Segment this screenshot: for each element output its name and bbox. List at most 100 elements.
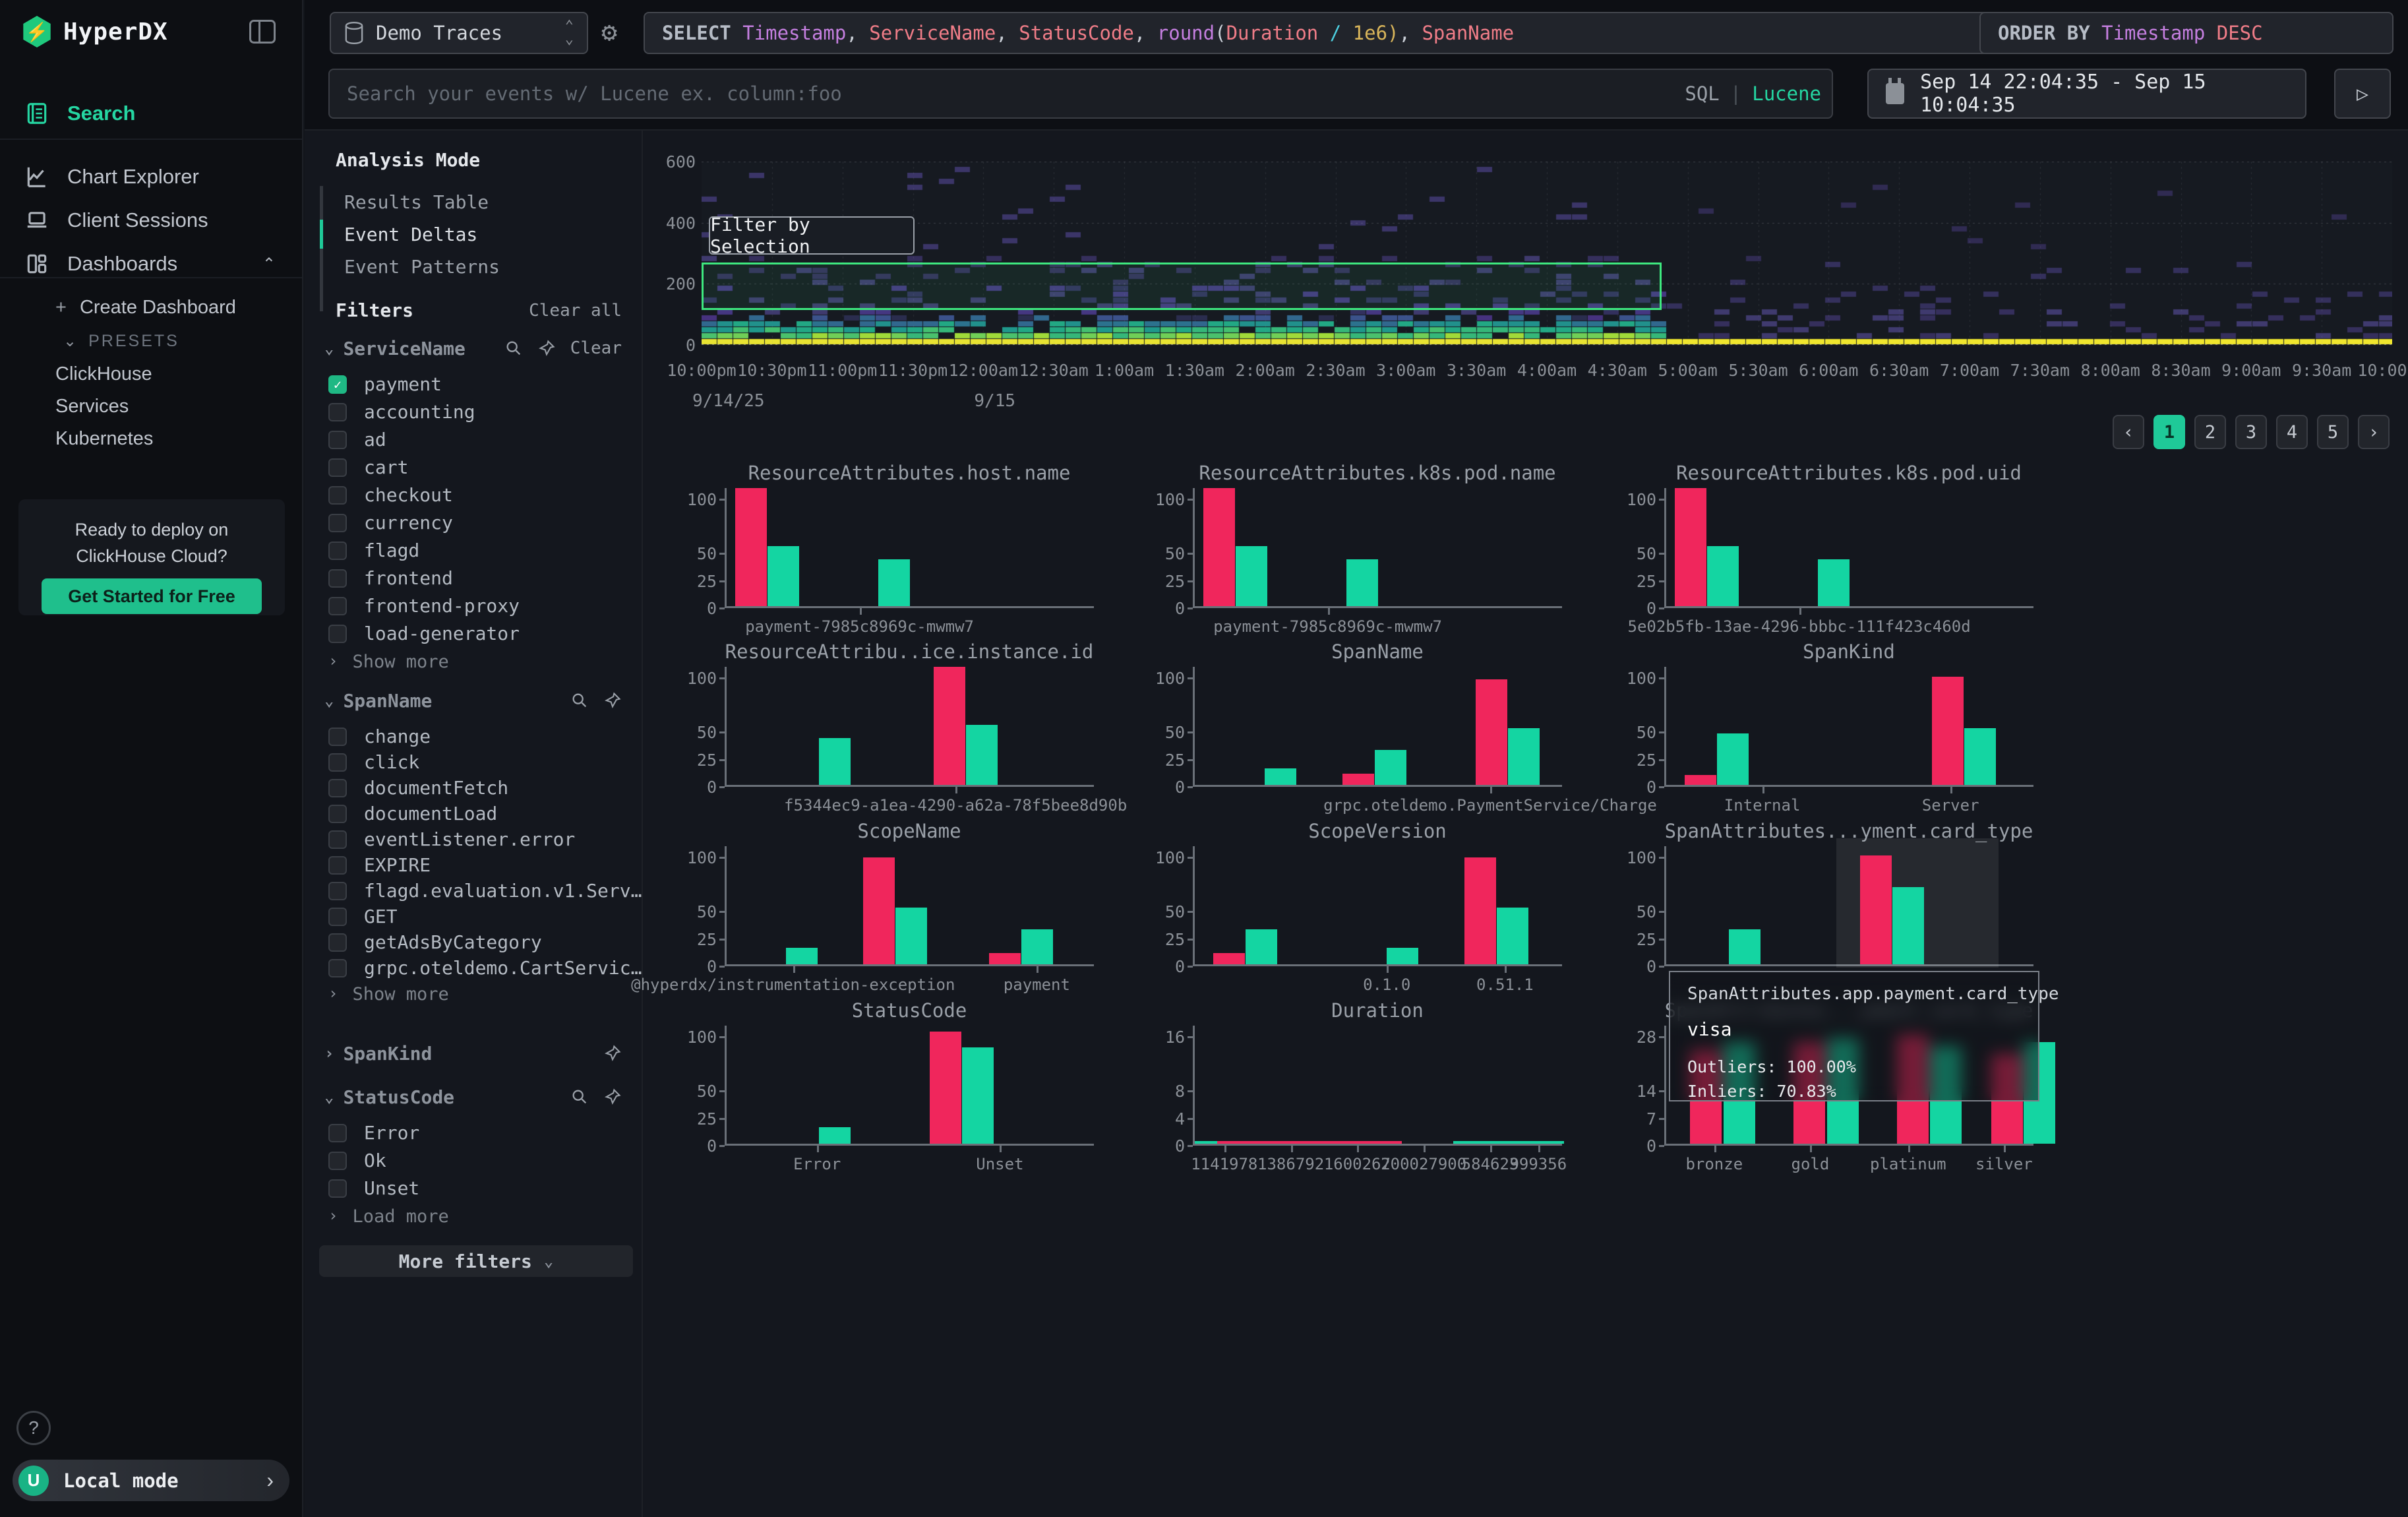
filter-checkbox-documentfetch[interactable]: documentFetch bbox=[328, 777, 508, 799]
filter-checkbox-eventlistener-error[interactable]: eventListener.error bbox=[328, 828, 575, 850]
help-button[interactable]: ? bbox=[16, 1411, 51, 1445]
filter-checkbox-cart[interactable]: cart bbox=[328, 456, 408, 478]
filter-checkbox-frontend-proxy[interactable]: frontend-proxy bbox=[328, 595, 520, 617]
sidebar-item-client-sessions[interactable]: Client Sessions bbox=[0, 199, 302, 241]
page-prev-button[interactable]: ‹ bbox=[2113, 415, 2144, 449]
outliers-bar[interactable] bbox=[930, 1032, 961, 1144]
inliers-bar[interactable] bbox=[1195, 1141, 1217, 1144]
filter-group-spanname[interactable]: ⌄SpanName bbox=[324, 687, 622, 714]
filter-checkbox-currency[interactable]: currency bbox=[328, 512, 453, 534]
chart-plot[interactable]: 10050250payment-7985c8969c-mwmw7 bbox=[725, 488, 1094, 608]
inliers-bar[interactable] bbox=[1818, 559, 1850, 606]
chart-plot[interactable]: 10050250payment-7985c8969c-mwmw7 bbox=[1193, 488, 1562, 608]
inliers-bar[interactable] bbox=[1265, 768, 1296, 785]
filter-checkbox-documentload[interactable]: documentLoad bbox=[328, 803, 497, 824]
local-mode-button[interactable]: U Local mode › bbox=[13, 1460, 289, 1501]
outliers-bar[interactable] bbox=[989, 953, 1021, 964]
analysis-mode-event-patterns[interactable]: Event Patterns bbox=[344, 256, 500, 278]
outliers-bar[interactable] bbox=[1464, 857, 1496, 964]
sidebar-item-dashboards[interactable]: Dashboards⌃ bbox=[0, 243, 302, 285]
search-icon[interactable] bbox=[504, 339, 523, 357]
filter-show-more[interactable]: ›Show more bbox=[328, 984, 449, 1005]
outliers-bar[interactable] bbox=[1675, 488, 1706, 606]
filter-group-statuscode[interactable]: ⌄StatusCode bbox=[324, 1084, 622, 1110]
inliers-bar[interactable] bbox=[1508, 728, 1540, 785]
search-icon[interactable] bbox=[570, 1088, 589, 1106]
page-5-button[interactable]: 5 bbox=[2317, 415, 2349, 449]
outliers-bar[interactable] bbox=[1342, 774, 1374, 785]
gear-icon[interactable]: ⚙ bbox=[601, 17, 617, 47]
filter-checkbox-checkout[interactable]: checkout bbox=[328, 484, 453, 506]
filter-checkbox-get[interactable]: GET bbox=[328, 906, 398, 927]
chart-plot[interactable]: 10050250ErrorUnset bbox=[725, 1026, 1094, 1146]
get-started-button[interactable]: Get Started for Free bbox=[42, 578, 262, 614]
heatmap-canvas[interactable] bbox=[702, 162, 2392, 345]
search-icon[interactable] bbox=[570, 691, 589, 710]
inliers-bar[interactable] bbox=[962, 1047, 994, 1144]
outliers-bar[interactable] bbox=[735, 488, 767, 606]
filter-checkbox-frontend[interactable]: frontend bbox=[328, 567, 453, 589]
inliers-bar[interactable] bbox=[1964, 728, 1996, 785]
filter-load-more[interactable]: ›Load more bbox=[328, 1206, 449, 1227]
filter-checkbox-change[interactable]: change bbox=[328, 726, 431, 747]
page-3-button[interactable]: 3 bbox=[2235, 415, 2267, 449]
filter-checkbox-expire[interactable]: EXPIRE bbox=[328, 854, 431, 876]
page-next-button[interactable]: › bbox=[2358, 415, 2390, 449]
filter-checkbox-unset[interactable]: Unset bbox=[328, 1177, 419, 1199]
filter-by-selection-button[interactable]: Filter by Selection bbox=[709, 216, 915, 255]
pin-icon[interactable] bbox=[603, 691, 622, 710]
analysis-mode-results-table[interactable]: Results Table bbox=[344, 191, 489, 213]
presets-toggle[interactable]: ⌄ PRESETS bbox=[0, 327, 302, 355]
inliers-bar[interactable] bbox=[1246, 929, 1277, 964]
chart-plot[interactable]: 10050250@hyperdx/instrumentation-excepti… bbox=[725, 846, 1094, 966]
inliers-bar[interactable] bbox=[1707, 546, 1739, 606]
sidebar-preset-kubernetes[interactable]: Kubernetes bbox=[0, 425, 302, 452]
inliers-bar[interactable] bbox=[786, 948, 818, 964]
filter-checkbox-grpc-oteldemo-cartservic-[interactable]: grpc.oteldemo.CartServic… bbox=[328, 957, 642, 979]
filter-checkbox-ad[interactable]: ad bbox=[328, 429, 386, 450]
outliers-bar[interactable] bbox=[1685, 775, 1716, 785]
inliers-bar[interactable] bbox=[966, 725, 998, 785]
filter-checkbox-getadsbycategory[interactable]: getAdsByCategory bbox=[328, 931, 542, 953]
inliers-bar[interactable] bbox=[819, 1127, 851, 1144]
page-2-button[interactable]: 2 bbox=[2194, 415, 2226, 449]
create-dashboard-button[interactable]: + Create Dashboard bbox=[0, 293, 302, 322]
chart-plot[interactable]: 10050250grpc.oteldemo.PaymentService/Cha… bbox=[1193, 667, 1562, 787]
sidebar-collapse-icon[interactable] bbox=[249, 20, 276, 44]
filter-group-spankind[interactable]: ›SpanKind bbox=[324, 1040, 622, 1067]
page-4-button[interactable]: 4 bbox=[2276, 415, 2308, 449]
filter-group-servicename[interactable]: ⌄ServiceNameClear bbox=[324, 335, 622, 361]
outliers-bar[interactable] bbox=[863, 857, 895, 964]
filter-checkbox-accounting[interactable]: accounting bbox=[328, 401, 475, 423]
outliers-bar[interactable] bbox=[1203, 488, 1235, 606]
filter-checkbox-click[interactable]: click bbox=[328, 751, 419, 773]
chart-plot[interactable]: 10050250InternalServer bbox=[1664, 667, 2033, 787]
outliers-bar[interactable] bbox=[1217, 1141, 1402, 1144]
filter-checkbox-load-generator[interactable]: load-generator bbox=[328, 623, 520, 644]
sidebar-preset-clickhouse[interactable]: ClickHouse bbox=[0, 360, 302, 388]
filter-show-more[interactable]: ›Show more bbox=[328, 652, 449, 672]
analysis-mode-event-deltas[interactable]: Event Deltas bbox=[344, 224, 477, 245]
chart-plot[interactable]: 100502500.1.00.51.1 bbox=[1193, 846, 1562, 966]
chart-plot[interactable]: 1684011419781386792160026720002790058462… bbox=[1193, 1026, 1562, 1146]
pin-icon[interactable] bbox=[537, 339, 556, 357]
outliers-bar[interactable] bbox=[1213, 953, 1245, 964]
order-by-editor[interactable]: ORDER BY Timestamp DESC bbox=[1979, 12, 2393, 54]
chart-plot[interactable]: 10050250f5344ec9-a1ea-4290-a62a-78f5bee8… bbox=[725, 667, 1094, 787]
filter-checkbox-ok[interactable]: Ok bbox=[328, 1150, 386, 1171]
pin-icon[interactable] bbox=[603, 1044, 622, 1063]
outliers-bar[interactable] bbox=[934, 667, 965, 785]
inliers-bar[interactable] bbox=[819, 738, 851, 785]
chart-plot[interactable]: 10050250 bbox=[1664, 846, 2033, 966]
filter-group-clear[interactable]: Clear bbox=[570, 338, 622, 358]
pin-icon[interactable] bbox=[603, 1088, 622, 1106]
inliers-bar[interactable] bbox=[1387, 948, 1418, 964]
inliers-bar[interactable] bbox=[768, 546, 799, 606]
run-query-button[interactable]: ▷ bbox=[2334, 69, 2391, 119]
inliers-bar[interactable] bbox=[1717, 733, 1749, 785]
source-select[interactable]: Demo Traces ⌃⌄ bbox=[330, 12, 588, 54]
more-filters-button[interactable]: More filters ⌄ bbox=[319, 1245, 633, 1277]
inliers-bar[interactable] bbox=[1346, 559, 1378, 606]
sidebar-item-search[interactable]: Search bbox=[0, 92, 302, 135]
inliers-bar[interactable] bbox=[878, 559, 910, 606]
